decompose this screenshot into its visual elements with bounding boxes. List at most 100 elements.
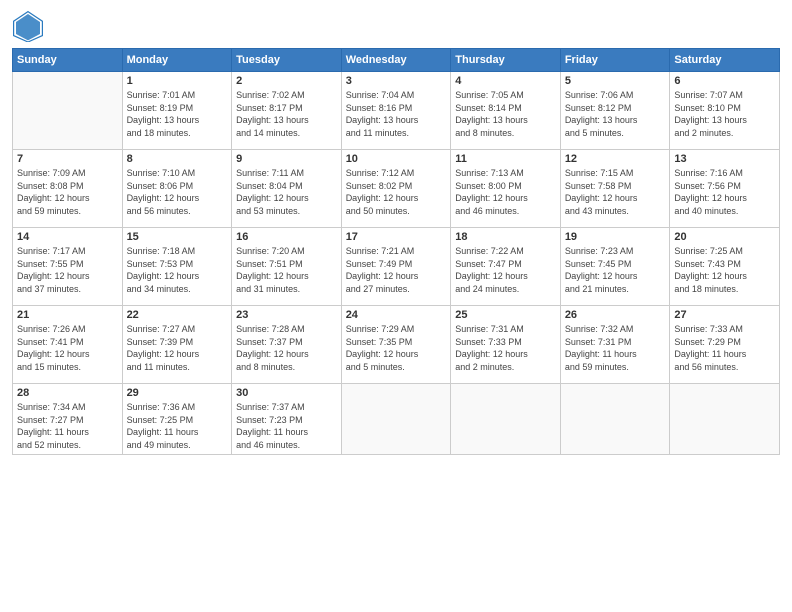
day-info: Sunrise: 7:32 AM Sunset: 7:31 PM Dayligh… — [565, 323, 666, 373]
day-number: 30 — [236, 387, 337, 399]
calendar-cell: 25 Sunrise: 7:31 AM Sunset: 7:33 PM Dayli… — [451, 306, 561, 384]
calendar-cell: 16Sunrise: 7:20 AM Sunset: 7:51 PM Dayli… — [232, 228, 342, 306]
day-info: Sunrise: 7:11 AM Sunset: 8:04 PM Dayligh… — [236, 167, 337, 217]
day-number: 3 — [346, 75, 447, 87]
day-number: 24 — [346, 309, 447, 321]
week-row-2: 7 Sunrise: 7:09 AM Sunset: 8:08 PM Daylig… — [13, 150, 780, 228]
page: SundayMondayTuesdayWednesdayThursdayFrid… — [0, 0, 792, 612]
day-info: Sunrise: 7:12 AM Sunset: 8:02 PM Dayligh… — [346, 167, 447, 217]
day-number: 28 — [17, 387, 118, 399]
day-number: 2 — [236, 75, 337, 87]
day-info: Sunrise: 7:26 AM Sunset: 7:41 PM Dayligh… — [17, 323, 118, 373]
day-number: 17 — [346, 231, 447, 243]
day-info: Sunrise: 7:22 AM Sunset: 7:47 PM Dayligh… — [455, 245, 556, 295]
day-info: Sunrise: 7:09 AM Sunset: 8:08 PM Dayligh… — [17, 167, 118, 217]
day-number: 13 — [674, 153, 775, 165]
day-info: Sunrise: 7:36 AM Sunset: 7:25 PM Dayligh… — [127, 401, 228, 451]
weekday-header-wednesday: Wednesday — [341, 49, 451, 72]
calendar-cell: 17 Sunrise: 7:21 AM Sunset: 7:49 PM Dayli… — [341, 228, 451, 306]
day-info: Sunrise: 7:34 AM Sunset: 7:27 PM Dayligh… — [17, 401, 118, 451]
day-number: 21 — [17, 309, 118, 321]
day-info: Sunrise: 7:04 AM Sunset: 8:16 PM Dayligh… — [346, 89, 447, 139]
calendar-cell: 5 Sunrise: 7:06 AM Sunset: 8:12 PM Daylig… — [560, 72, 670, 150]
calendar-cell: 22 Sunrise: 7:27 AM Sunset: 7:39 PM Dayli… — [122, 306, 232, 384]
calendar-cell: 28 Sunrise: 7:34 AM Sunset: 7:27 PM Dayli… — [13, 384, 123, 455]
day-number: 7 — [17, 153, 118, 165]
calendar-cell — [670, 384, 780, 455]
day-number: 1 — [127, 75, 228, 87]
calendar-cell: 21 Sunrise: 7:26 AM Sunset: 7:41 PM Dayli… — [13, 306, 123, 384]
day-info: Sunrise: 7:18 AM Sunset: 7:53 PM Dayligh… — [127, 245, 228, 295]
logo-icon — [12, 10, 44, 42]
day-info: Sunrise: 7:15 AM Sunset: 7:58 PM Dayligh… — [565, 167, 666, 217]
calendar-cell: 24 Sunrise: 7:29 AM Sunset: 7:35 PM Dayli… — [341, 306, 451, 384]
day-number: 11 — [455, 153, 556, 165]
week-row-4: 21 Sunrise: 7:26 AM Sunset: 7:41 PM Dayli… — [13, 306, 780, 384]
weekday-header-sunday: Sunday — [13, 49, 123, 72]
calendar-cell: 1 Sunrise: 7:01 AM Sunset: 8:19 PM Daylig… — [122, 72, 232, 150]
day-info: Sunrise: 7:29 AM Sunset: 7:35 PM Dayligh… — [346, 323, 447, 373]
day-number: 4 — [455, 75, 556, 87]
day-number: 8 — [127, 153, 228, 165]
calendar-cell: 2 Sunrise: 7:02 AM Sunset: 8:17 PM Daylig… — [232, 72, 342, 150]
day-info: Sunrise: 7:01 AM Sunset: 8:19 PM Dayligh… — [127, 89, 228, 139]
calendar-table: SundayMondayTuesdayWednesdayThursdayFrid… — [12, 48, 780, 455]
day-info: Sunrise: 7:02 AM Sunset: 8:17 PM Dayligh… — [236, 89, 337, 139]
day-info: Sunrise: 7:05 AM Sunset: 8:14 PM Dayligh… — [455, 89, 556, 139]
calendar-cell: 10 Sunrise: 7:12 AM Sunset: 8:02 PM Dayli… — [341, 150, 451, 228]
day-number: 18 — [455, 231, 556, 243]
day-number: 22 — [127, 309, 228, 321]
calendar-cell: 3 Sunrise: 7:04 AM Sunset: 8:16 PM Daylig… — [341, 72, 451, 150]
calendar-cell: 27 Sunrise: 7:33 AM Sunset: 7:29 PM Dayli… — [670, 306, 780, 384]
calendar-cell: 12 Sunrise: 7:15 AM Sunset: 7:58 PM Dayli… — [560, 150, 670, 228]
calendar-cell: 26Sunrise: 7:32 AM Sunset: 7:31 PM Dayli… — [560, 306, 670, 384]
calendar-cell: 19Sunrise: 7:23 AM Sunset: 7:45 PM Dayli… — [560, 228, 670, 306]
calendar-cell: 15 Sunrise: 7:18 AM Sunset: 7:53 PM Dayli… — [122, 228, 232, 306]
day-info: Sunrise: 7:37 AM Sunset: 7:23 PM Dayligh… — [236, 401, 337, 451]
day-info: Sunrise: 7:17 AM Sunset: 7:55 PM Dayligh… — [17, 245, 118, 295]
day-number: 5 — [565, 75, 666, 87]
day-info: Sunrise: 7:25 AM Sunset: 7:43 PM Dayligh… — [674, 245, 775, 295]
weekday-header-thursday: Thursday — [451, 49, 561, 72]
day-number: 14 — [17, 231, 118, 243]
header — [12, 10, 780, 42]
day-number: 23 — [236, 309, 337, 321]
calendar-cell: 8Sunrise: 7:10 AM Sunset: 8:06 PM Daylig… — [122, 150, 232, 228]
day-info: Sunrise: 7:06 AM Sunset: 8:12 PM Dayligh… — [565, 89, 666, 139]
day-info: Sunrise: 7:33 AM Sunset: 7:29 PM Dayligh… — [674, 323, 775, 373]
week-row-5: 28 Sunrise: 7:34 AM Sunset: 7:27 PM Dayli… — [13, 384, 780, 455]
calendar-cell: 9Sunrise: 7:11 AM Sunset: 8:04 PM Daylig… — [232, 150, 342, 228]
calendar-cell: 18 Sunrise: 7:22 AM Sunset: 7:47 PM Dayli… — [451, 228, 561, 306]
day-info: Sunrise: 7:28 AM Sunset: 7:37 PM Dayligh… — [236, 323, 337, 373]
calendar-cell: 11 Sunrise: 7:13 AM Sunset: 8:00 PM Dayli… — [451, 150, 561, 228]
weekday-header-saturday: Saturday — [670, 49, 780, 72]
calendar-cell: 30 Sunrise: 7:37 AM Sunset: 7:23 PM Dayli… — [232, 384, 342, 455]
day-number: 10 — [346, 153, 447, 165]
day-number: 25 — [455, 309, 556, 321]
day-info: Sunrise: 7:16 AM Sunset: 7:56 PM Dayligh… — [674, 167, 775, 217]
calendar-cell: 23 Sunrise: 7:28 AM Sunset: 7:37 PM Dayli… — [232, 306, 342, 384]
calendar-cell — [341, 384, 451, 455]
day-info: Sunrise: 7:31 AM Sunset: 7:33 PM Dayligh… — [455, 323, 556, 373]
calendar-cell: 14 Sunrise: 7:17 AM Sunset: 7:55 PM Dayli… — [13, 228, 123, 306]
day-info: Sunrise: 7:07 AM Sunset: 8:10 PM Dayligh… — [674, 89, 775, 139]
weekday-header-friday: Friday — [560, 49, 670, 72]
calendar-cell: 6 Sunrise: 7:07 AM Sunset: 8:10 PM Daylig… — [670, 72, 780, 150]
day-info: Sunrise: 7:13 AM Sunset: 8:00 PM Dayligh… — [455, 167, 556, 217]
day-number: 12 — [565, 153, 666, 165]
logo — [12, 10, 48, 42]
weekday-header-tuesday: Tuesday — [232, 49, 342, 72]
header-row: SundayMondayTuesdayWednesdayThursdayFrid… — [13, 49, 780, 72]
calendar-cell: 20Sunrise: 7:25 AM Sunset: 7:43 PM Dayli… — [670, 228, 780, 306]
calendar-cell — [560, 384, 670, 455]
day-number: 6 — [674, 75, 775, 87]
calendar-cell: 4 Sunrise: 7:05 AM Sunset: 8:14 PM Daylig… — [451, 72, 561, 150]
day-number: 27 — [674, 309, 775, 321]
calendar-cell — [451, 384, 561, 455]
day-number: 16 — [236, 231, 337, 243]
calendar-cell: 29Sunrise: 7:36 AM Sunset: 7:25 PM Dayli… — [122, 384, 232, 455]
day-info: Sunrise: 7:21 AM Sunset: 7:49 PM Dayligh… — [346, 245, 447, 295]
day-number: 15 — [127, 231, 228, 243]
week-row-1: 1 Sunrise: 7:01 AM Sunset: 8:19 PM Daylig… — [13, 72, 780, 150]
day-info: Sunrise: 7:27 AM Sunset: 7:39 PM Dayligh… — [127, 323, 228, 373]
